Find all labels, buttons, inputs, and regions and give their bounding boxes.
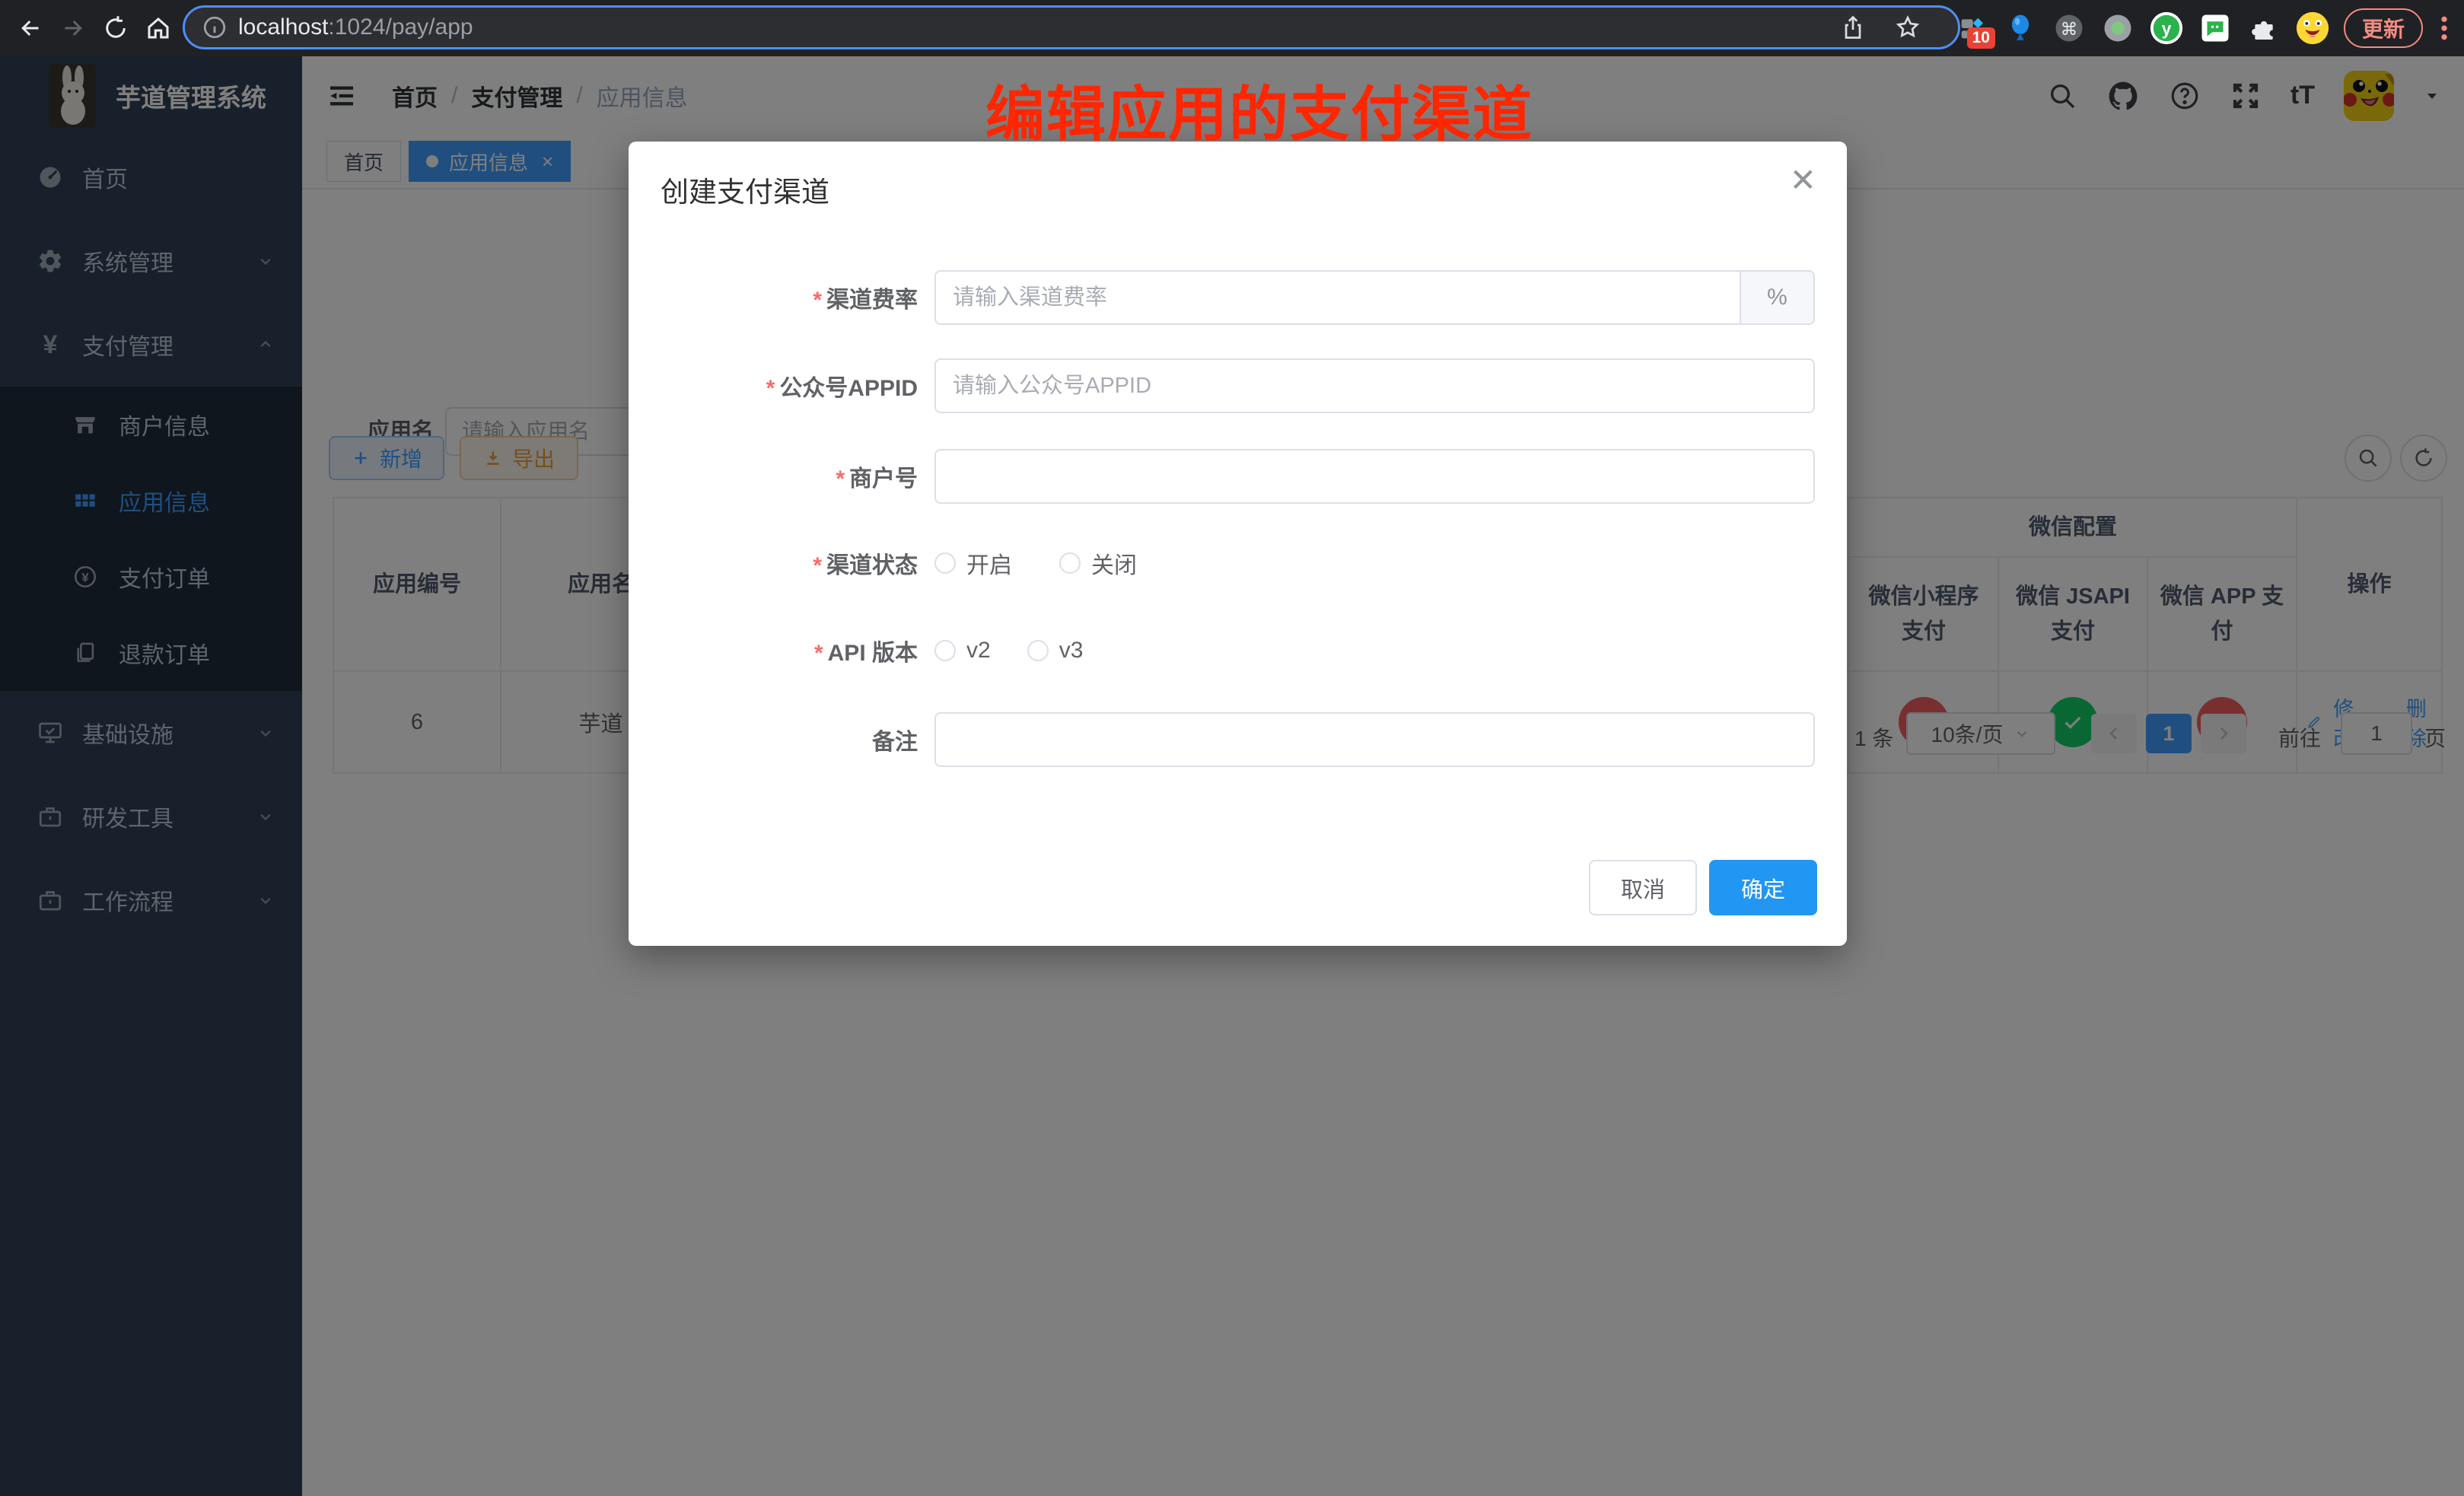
radio-circle-icon bbox=[1059, 552, 1081, 574]
radio-circle-icon bbox=[934, 640, 956, 661]
status-off-radio[interactable]: 关闭 bbox=[1059, 546, 1137, 580]
form-row-rate: *渠道费率 % bbox=[629, 270, 1815, 325]
extension-recorder-icon[interactable] bbox=[2100, 11, 2135, 46]
browser-home-icon[interactable] bbox=[137, 7, 180, 49]
api-v2-label: v2 bbox=[966, 638, 991, 664]
browser-extensions-row: 10 ⌘ y 更新 bbox=[1954, 0, 2464, 56]
api-v3-radio[interactable]: v3 bbox=[1027, 638, 1084, 664]
api-v2-radio[interactable]: v2 bbox=[934, 638, 991, 664]
required-asterisk: * bbox=[814, 641, 823, 666]
extension-tabs-icon[interactable]: 10 bbox=[1954, 11, 1989, 46]
annotation-text: 编辑应用的支付渠道 bbox=[985, 67, 1533, 152]
api-version-label: *API 版本 bbox=[629, 634, 918, 667]
svg-text:⌘: ⌘ bbox=[2061, 19, 2078, 39]
browser-update-label: 更新 bbox=[2362, 13, 2405, 43]
cancel-button[interactable]: 取消 bbox=[1589, 860, 1697, 915]
radio-circle-icon bbox=[1027, 640, 1049, 661]
extension-chat-icon[interactable] bbox=[2198, 11, 2233, 46]
dialog-close-icon[interactable]: ✕ bbox=[1790, 164, 1816, 196]
browser-menu-kebab-icon[interactable] bbox=[2437, 11, 2452, 46]
required-asterisk: * bbox=[813, 553, 822, 578]
form-row-status: *渠道状态 开启 关闭 bbox=[629, 536, 1815, 590]
browser-back-icon[interactable] bbox=[9, 7, 52, 49]
status-on-label: 开启 bbox=[966, 546, 1012, 580]
appid-input[interactable] bbox=[934, 358, 1815, 413]
browser-reload-icon[interactable] bbox=[94, 7, 137, 49]
appid-label: *公众号APPID bbox=[629, 369, 918, 403]
rate-input-group: % bbox=[934, 270, 1815, 325]
form-row-merchant: *商户号 bbox=[629, 449, 1815, 504]
rate-percent-suffix: % bbox=[1740, 272, 1813, 323]
extension-y-icon[interactable]: y bbox=[2149, 11, 2184, 46]
url-path: :1024/pay/app bbox=[328, 14, 473, 40]
api-v3-label: v3 bbox=[1059, 638, 1084, 664]
screenshot-stage: localhost:1024/pay/app 10 ⌘ bbox=[0, 0, 2464, 1496]
status-on-radio[interactable]: 开启 bbox=[934, 546, 1012, 580]
form-row-remark: 备注 bbox=[629, 712, 1815, 767]
status-off-label: 关闭 bbox=[1091, 546, 1137, 580]
url-host: localhost bbox=[238, 14, 328, 40]
form-row-appid: *公众号APPID bbox=[629, 358, 1815, 413]
radio-circle-icon bbox=[934, 552, 956, 574]
required-asterisk: * bbox=[766, 376, 775, 401]
browser-update-button[interactable]: 更新 bbox=[2344, 8, 2423, 48]
extension-puzzle-icon[interactable] bbox=[2246, 11, 2281, 46]
create-pay-channel-dialog: 创建支付渠道 ✕ *渠道费率 % *公众号APPID *商户号 *渠道状态 bbox=[629, 142, 1847, 946]
url-text[interactable]: localhost:1024/pay/app bbox=[238, 14, 473, 40]
share-icon[interactable] bbox=[1839, 14, 1867, 41]
remark-label: 备注 bbox=[629, 723, 918, 756]
extension-balloon-icon[interactable] bbox=[2003, 11, 2038, 46]
merchant-label: *商户号 bbox=[629, 460, 918, 493]
extension-emoji-icon[interactable] bbox=[2295, 11, 2330, 46]
confirm-button[interactable]: 确定 bbox=[1709, 860, 1817, 915]
dialog-title: 创建支付渠道 bbox=[661, 169, 829, 210]
site-info-icon[interactable] bbox=[202, 14, 228, 40]
extension-badge: 10 bbox=[1967, 27, 1995, 49]
rate-label: *渠道费率 bbox=[629, 281, 918, 314]
address-bar[interactable]: localhost:1024/pay/app bbox=[183, 5, 1960, 49]
status-label: *渠道状态 bbox=[629, 546, 918, 580]
merchant-input[interactable] bbox=[934, 449, 1815, 504]
browser-forward-icon[interactable] bbox=[52, 7, 94, 49]
required-asterisk: * bbox=[813, 288, 822, 313]
extension-y-letter: y bbox=[2162, 19, 2172, 39]
remark-input[interactable] bbox=[934, 712, 1815, 767]
form-row-api-version: *API 版本 v2 v3 bbox=[629, 623, 1815, 678]
bookmark-star-icon[interactable] bbox=[1894, 14, 1921, 41]
extension-command-icon[interactable]: ⌘ bbox=[2052, 11, 2087, 46]
rate-input[interactable] bbox=[936, 272, 1740, 323]
required-asterisk: * bbox=[836, 466, 845, 492]
browser-toolbar: localhost:1024/pay/app 10 ⌘ bbox=[0, 0, 2464, 56]
